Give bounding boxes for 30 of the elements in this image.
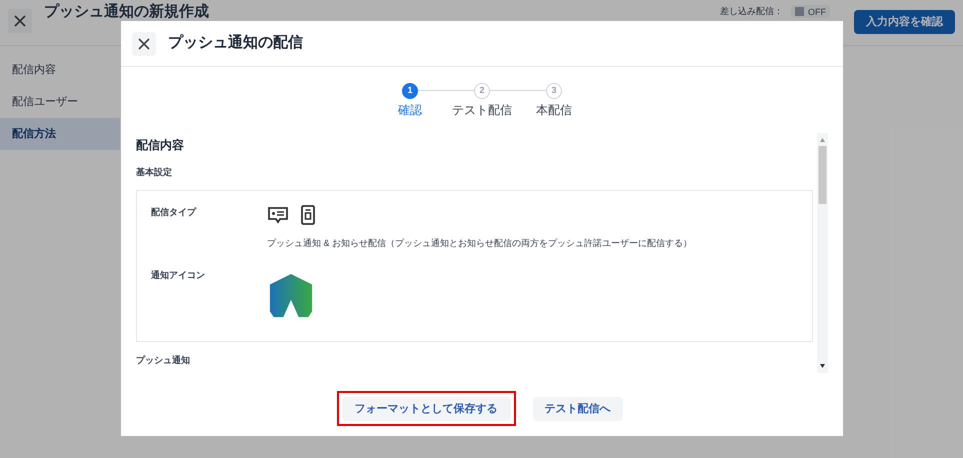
section-title: 配信内容 <box>136 137 185 154</box>
confirm-button[interactable]: 入力内容を確認 <box>854 10 955 34</box>
step-label[interactable]: 本配信 <box>536 101 572 119</box>
message-icon <box>267 206 289 224</box>
step-number: 2 <box>474 83 490 99</box>
action-button[interactable]: テスト配信へ <box>532 397 622 422</box>
toggle-switch[interactable]: OFF <box>791 5 830 18</box>
field-label: 通知アイコン <box>151 269 206 282</box>
action-button[interactable]: フォーマットとして保存する <box>342 397 510 422</box>
section-title: プッシュ通知 <box>136 354 191 366</box>
subsection-title: 基本設定 <box>136 166 173 179</box>
page-title: プッシュ通知の新規作成 <box>44 3 209 20</box>
close-icon <box>12 13 28 29</box>
app-logo-icon <box>267 273 315 319</box>
step-label[interactable]: テスト配信 <box>452 101 512 119</box>
merge-label: 差し込み配信： <box>720 6 783 17</box>
close-icon <box>136 36 152 52</box>
sidebar-item[interactable]: 配信方法 <box>0 118 120 150</box>
scrollbar[interactable] <box>817 133 828 373</box>
step-number: 3 <box>546 83 562 99</box>
sidebar-item[interactable]: 配信ユーザー <box>0 86 120 118</box>
step-number: 1 <box>402 83 418 99</box>
close-button[interactable] <box>8 9 32 33</box>
sidebar-item[interactable]: 配信内容 <box>0 54 120 86</box>
type-description: プッシュ通知 & お知らせ配信（プッシュ通知とお知らせ配信の両方をプッシュ許諾ユーザーに配信する） <box>267 236 692 250</box>
dialog-title: プッシュ通知の配信 <box>168 33 303 54</box>
phone-icon <box>301 204 315 224</box>
field-label: 配信タイプ <box>151 206 198 218</box>
step-label[interactable]: 確認 <box>398 101 422 119</box>
close-button[interactable] <box>132 32 156 56</box>
